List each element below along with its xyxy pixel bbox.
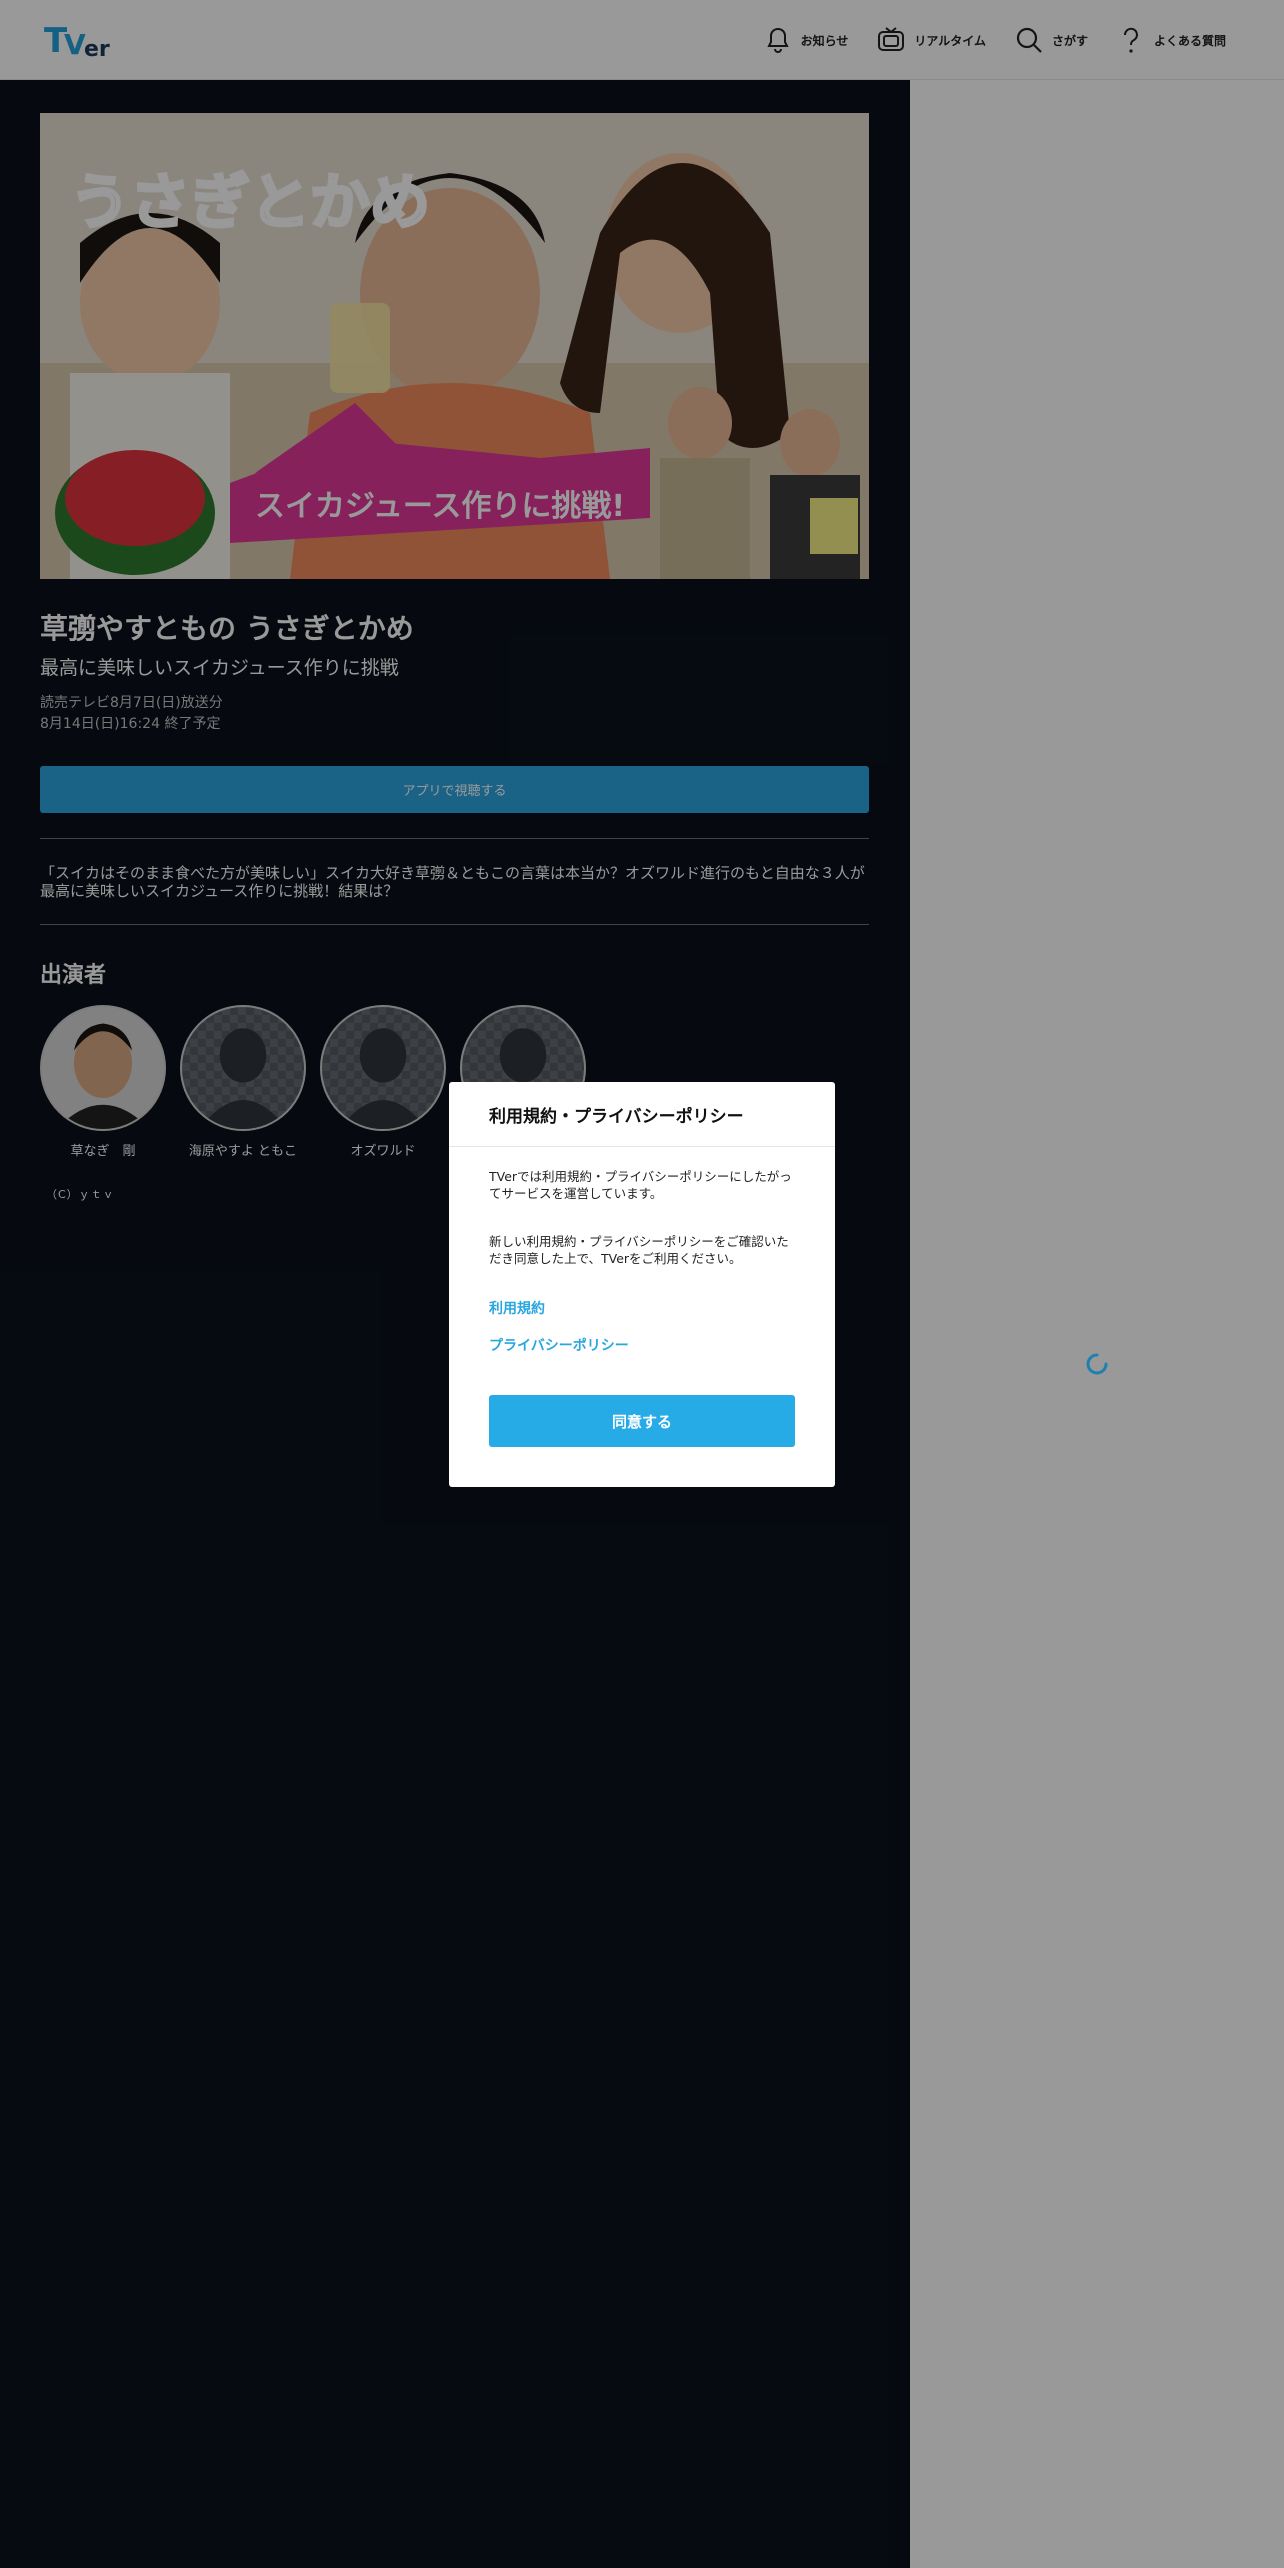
modal-divider (449, 1146, 835, 1147)
terms-modal: 利用規約・プライバシーポリシー TVerでは利用規約・プライバシーポリシーにした… (449, 1082, 835, 1487)
terms-link[interactable]: 利用規約 (489, 1298, 545, 1318)
loading-spinner-icon (1086, 1353, 1108, 1375)
modal-text: 新しい利用規約・プライバシーポリシーをご確認いただき同意した上で、TVerをご利… (489, 1234, 789, 1266)
modal-text: TVerでは利用規約・プライバシーポリシーにしたがってサービスを運営しています。 (489, 1169, 792, 1201)
modal-title: 利用規約・プライバシーポリシー (489, 1107, 744, 1127)
agree-button[interactable]: 同意する (489, 1395, 795, 1447)
privacy-policy-link[interactable]: プライバシーポリシー (489, 1335, 629, 1355)
